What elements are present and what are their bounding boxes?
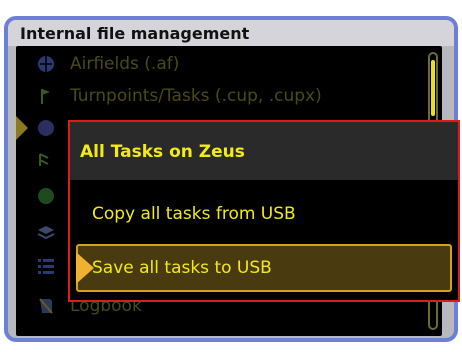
list-item-airfields[interactable]: Airfields (.af) [16,48,436,80]
globe-icon [34,52,58,76]
route-icon [34,148,58,172]
menu-item-label: Save all tasks to USB [92,258,272,278]
window-title: Internal file management [8,20,454,46]
circle-icon [34,116,58,140]
list-icon [34,254,58,278]
globe-icon [34,184,58,208]
list-item-turnpoints[interactable]: Turnpoints/Tasks (.cup, .cupx) [16,80,436,112]
save-tasks-to-usb-item[interactable]: Save all tasks to USB [76,244,452,292]
menu-item-label: Copy all tasks from USB [92,204,296,224]
list-item-label: Turnpoints/Tasks (.cup, .cupx) [70,86,322,106]
layers-icon [34,220,58,244]
scrollbar-thumb[interactable] [431,60,435,116]
selection-arrow-icon [76,252,94,284]
copy-tasks-from-usb-item[interactable]: Copy all tasks from USB [70,190,458,238]
flag-icon [34,84,58,108]
book-icon [34,294,58,318]
selection-marker-icon [16,116,28,140]
popup-title: All Tasks on Zeus [70,122,458,180]
tasks-popup-menu: All Tasks on Zeus Copy all tasks from US… [68,120,460,302]
list-item-label: Airfields (.af) [70,54,180,74]
